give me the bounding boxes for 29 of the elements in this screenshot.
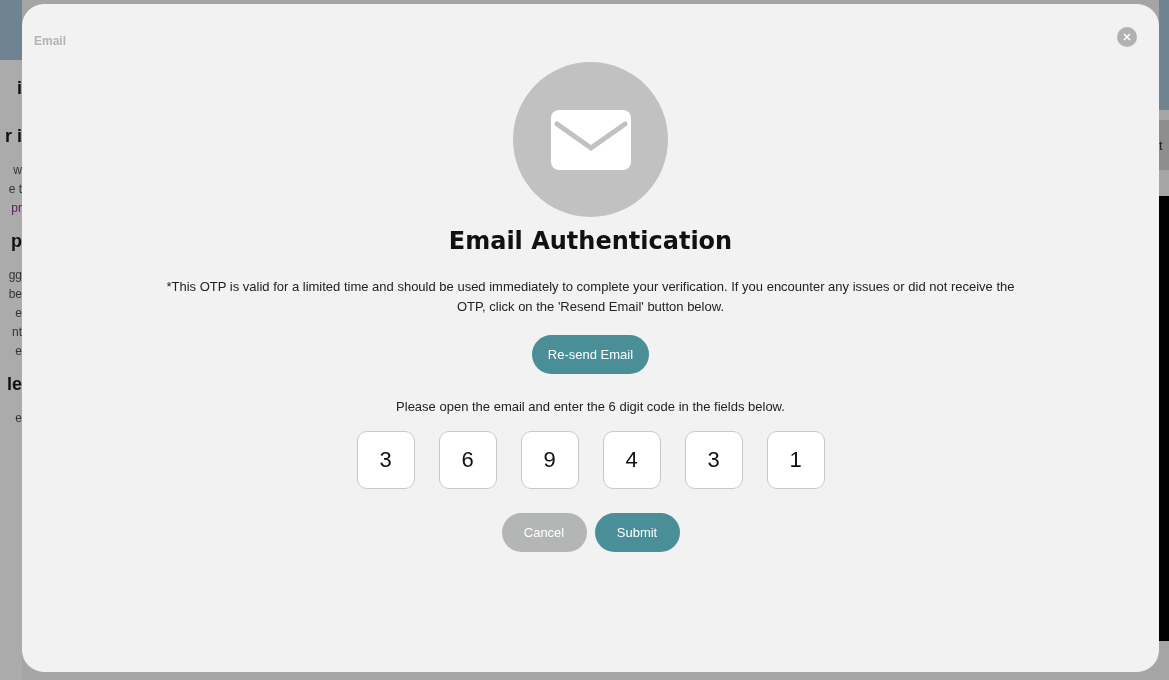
background-text: nt <box>12 326 22 339</box>
background-text: w <box>13 164 22 177</box>
close-button[interactable] <box>1117 27 1137 47</box>
background-text: t <box>1159 137 1163 153</box>
code-digit-field[interactable]: 1 <box>766 431 825 489</box>
background-text: e <box>15 307 22 320</box>
envelope-icon <box>550 109 631 170</box>
resend-email-button[interactable]: Re-send Email <box>531 335 650 374</box>
background-text: be <box>8 288 22 301</box>
background-text: e <box>15 412 22 425</box>
background-text: e t <box>8 183 22 196</box>
background-text: i <box>17 78 22 98</box>
close-icon <box>1123 33 1131 41</box>
code-digit-field[interactable]: 3 <box>684 431 743 489</box>
background-text: pr <box>11 202 22 215</box>
modal-label: Email <box>34 34 66 48</box>
background-text: le <box>7 374 22 394</box>
dialog-title: Email Authentication <box>448 227 733 255</box>
submit-button[interactable]: Submit <box>594 513 680 552</box>
code-digit-field[interactable]: 3 <box>356 431 415 489</box>
otp-notice: *This OTP is valid for a limited time and should be used immediately to complete your verification. If you encounter any issues or did not receive the OTP, click on the 'Resend Email' button below. <box>165 278 1016 316</box>
background-text: p <box>11 231 22 251</box>
code-digit-field[interactable]: 6 <box>438 431 497 489</box>
background-text: r i <box>5 126 22 146</box>
code-digit-field[interactable]: 4 <box>602 431 661 489</box>
background-text: gg <box>8 269 22 282</box>
instruction-text: Please open the email and enter the 6 digit code in the fields below. <box>396 399 785 414</box>
background-text: e <box>15 345 22 358</box>
code-digit-field[interactable]: 9 <box>520 431 579 489</box>
